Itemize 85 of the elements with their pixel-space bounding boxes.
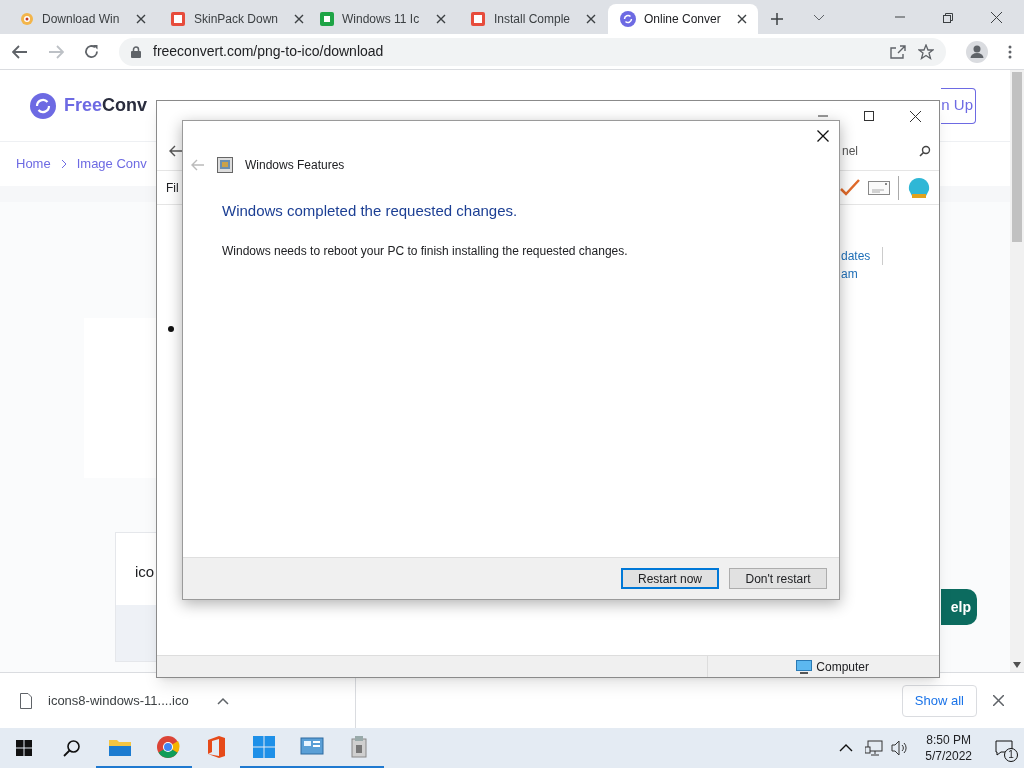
scrollbar[interactable] [1010, 70, 1024, 672]
dialog-message: Windows needs to reboot your PC to finish installing the requested changes. [222, 242, 629, 260]
tab-title: Download Win [42, 11, 120, 28]
browser-tab[interactable]: Install Comple [458, 4, 608, 34]
show-all-button[interactable]: Show all [901, 684, 977, 717]
maximize-icon[interactable] [864, 111, 874, 121]
file-icon [20, 692, 32, 709]
back-icon[interactable] [12, 44, 28, 59]
browser-tab[interactable]: Windows 11 Ic [308, 4, 458, 34]
control-panel-icon[interactable] [300, 737, 324, 757]
notification-button[interactable]: 1 [984, 728, 1024, 768]
chevron-icon [60, 159, 67, 169]
url-text: freeconvert.com/png-to-ico/download [153, 42, 385, 61]
breadcrumb-link[interactable]: Home [16, 154, 51, 174]
close-icon[interactable] [586, 14, 597, 24]
logo-icon [30, 92, 56, 119]
close-icon[interactable] [993, 695, 1004, 706]
browser-tab[interactable]: Download Win [8, 4, 158, 34]
browser-tab[interactable]: SkinPack Down [158, 4, 308, 34]
star-icon[interactable] [918, 43, 934, 60]
swirl-icon [20, 12, 34, 26]
scrollbar-thumb[interactable] [1012, 72, 1022, 242]
dialog-heading: Windows completed the requested changes. [222, 201, 519, 221]
link-text[interactable]: am [841, 265, 884, 283]
close-icon[interactable] [817, 130, 829, 142]
monitor-icon [796, 659, 813, 674]
dialog-button[interactable]: Restart now [621, 568, 719, 589]
close-icon[interactable] [136, 14, 146, 24]
profile-icon[interactable] [966, 40, 988, 63]
chrome-icon[interactable] [156, 735, 180, 759]
clock[interactable]: 8:50 PM 5/7/2022 [913, 732, 984, 764]
back-icon [191, 159, 205, 171]
search-icon [919, 144, 931, 157]
status-text: Computer [816, 658, 869, 676]
link-text[interactable]: dates [841, 247, 884, 265]
chevron-up-icon[interactable] [216, 696, 229, 705]
dialog-title: Windows Features [245, 157, 345, 174]
tab-title: Windows 11 Ic [342, 11, 420, 28]
sign-up-button[interactable]: n Up [941, 87, 976, 124]
bullet-icon [168, 326, 174, 332]
browser-tab[interactable]: Online Conver [608, 4, 758, 34]
menu-icon[interactable] [1008, 44, 1012, 59]
clock-date: 5/7/2022 [925, 748, 972, 764]
refresh-icon [620, 11, 636, 27]
windows-logo-icon [16, 740, 32, 756]
address-bar[interactable]: freeconvert.com/png-to-ico/download [119, 37, 946, 66]
file-menu[interactable]: Fil [166, 178, 179, 197]
back-icon[interactable] [169, 144, 183, 157]
chevron-up-icon[interactable] [839, 744, 854, 752]
logo-text: FreeConv [64, 94, 148, 117]
notification-count: 1 [1004, 748, 1018, 762]
app-icon [320, 12, 334, 26]
network-icon[interactable] [865, 740, 884, 756]
check-icon[interactable] [840, 178, 860, 197]
clock-time: 8:50 PM [926, 732, 971, 748]
tab-title: Install Comple [494, 11, 571, 28]
breadcrumb-link[interactable]: Image Conv [76, 154, 147, 174]
close-icon[interactable] [910, 110, 921, 122]
speaker-icon[interactable] [891, 740, 910, 756]
sp-icon [470, 11, 486, 27]
window-features-icon [217, 157, 233, 173]
lock-icon [131, 45, 141, 58]
message-icon [995, 740, 1013, 756]
close-icon[interactable] [991, 12, 1002, 23]
close-icon[interactable] [736, 14, 747, 24]
share-icon[interactable] [890, 44, 906, 59]
tab-title: SkinPack Down [194, 11, 279, 28]
windows-logo-icon[interactable] [252, 735, 276, 759]
dialog-button[interactable]: Don't restart [729, 568, 827, 589]
reload-icon[interactable] [84, 44, 99, 59]
file-name: ico [134, 562, 156, 582]
restore-icon[interactable] [943, 13, 953, 23]
tab-search-icon[interactable] [813, 14, 825, 22]
scroll-down-icon[interactable] [1013, 662, 1021, 668]
close-icon[interactable] [436, 14, 446, 24]
close-icon[interactable] [294, 14, 305, 24]
sp-icon [170, 11, 186, 27]
download-filename[interactable]: icons8-windows-11....ico [48, 690, 189, 711]
tab-title: Online Conver [644, 11, 721, 28]
office-icon[interactable] [205, 735, 227, 759]
help-button[interactable]: elp [941, 589, 977, 625]
folder-icon[interactable] [108, 737, 132, 757]
search-icon[interactable] [63, 739, 81, 757]
envelope-icon[interactable] [868, 180, 890, 195]
new-tab-icon[interactable] [770, 12, 784, 26]
